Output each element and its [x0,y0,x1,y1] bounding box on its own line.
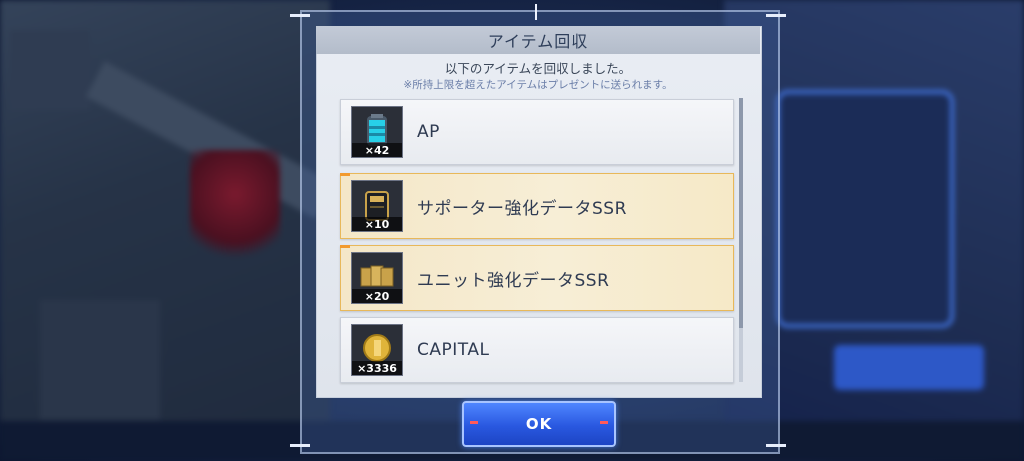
scrollbar-thumb[interactable] [739,98,743,328]
background-unit [190,150,280,260]
supporter-data-icon: ×10 [351,180,403,232]
item-name: ユニット強化データSSR [417,270,610,291]
frame-corner [766,14,786,17]
item-quantity: ×42 [352,143,402,157]
background-building [40,300,160,420]
button-pip [600,421,608,424]
item-quantity: ×10 [352,217,402,231]
dialog-title-bar: アイテム回収 [316,26,760,54]
item-list[interactable]: ×42 AP ×10 サポーター強化データSSR ×20 ユニット強化データSS… [334,95,740,385]
background-building [10,30,90,110]
dialog-note: ※所持上限を超えたアイテムはプレゼントに送られます。 [403,79,673,91]
frame-corner [290,444,310,447]
dialog-title: アイテム回収 [487,32,589,51]
unit-data-icon: ×20 [351,252,403,304]
ok-button-label: OK [525,415,553,433]
item-name: CAPITAL [417,340,490,360]
item-name: AP [417,122,440,142]
background-button [834,345,984,390]
list-item: ×3336 CAPITAL [340,317,734,383]
frame-notch [535,4,537,20]
list-item: ×42 AP [340,99,734,165]
item-name: サポーター強化データSSR [417,198,627,219]
background-panel [776,90,954,328]
button-pip [470,421,478,424]
capital-coin-icon: ×3336 [351,324,403,376]
frame-corner [766,444,786,447]
frame-corner [290,14,310,17]
list-item: ×10 サポーター強化データSSR [340,173,734,239]
item-quantity: ×3336 [352,361,402,375]
ap-canister-icon: ×42 [351,106,403,158]
item-quantity: ×20 [352,289,402,303]
ok-button[interactable]: OK [462,401,616,447]
dialog-message: 以下のアイテムを回収しました。 [444,61,632,76]
list-item: ×20 ユニット強化データSSR [340,245,734,311]
